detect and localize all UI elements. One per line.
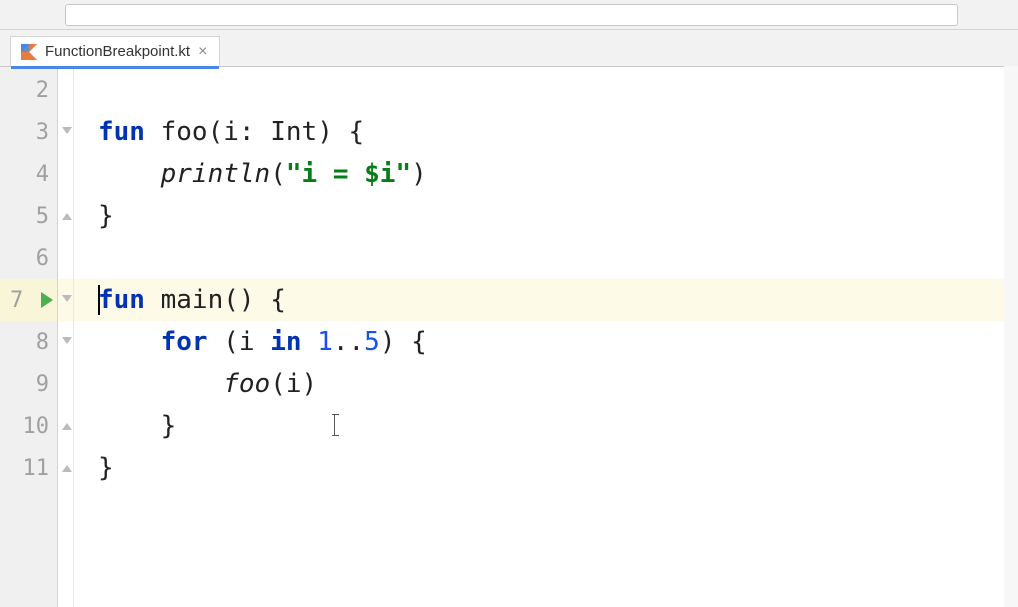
code-line[interactable]: }: [74, 195, 1018, 237]
code-line[interactable]: }: [74, 405, 1018, 447]
tab-bar: FunctionBreakpoint.kt ×: [0, 30, 1018, 66]
tab-filename: FunctionBreakpoint.kt: [45, 43, 190, 60]
code-area[interactable]: fun foo(i: Int) { println("i = $i")}fun …: [74, 67, 1018, 607]
code-line[interactable]: fun main() {: [74, 279, 1018, 321]
code-token: [98, 369, 223, 399]
code-line[interactable]: foo(i): [74, 363, 1018, 405]
code-token: () {: [223, 285, 286, 315]
line-number[interactable]: 4: [0, 153, 57, 195]
fold-cell[interactable]: [58, 279, 73, 321]
mouse-ibeam-cursor: [334, 415, 336, 435]
fold-cell: [58, 69, 73, 111]
editor: 234567891011 fun foo(i: Int) { println("…: [0, 66, 1018, 607]
code-token: [302, 327, 318, 357]
fold-collapse-icon[interactable]: [61, 127, 71, 137]
code-token: [145, 285, 161, 315]
fold-collapse-icon[interactable]: [61, 295, 71, 305]
fold-cell: [58, 363, 73, 405]
code-token: [98, 159, 161, 189]
line-number[interactable]: 5: [0, 195, 57, 237]
code-line[interactable]: fun foo(i: Int) {: [74, 111, 1018, 153]
code-token: 5: [364, 327, 380, 357]
code-token: [145, 117, 161, 147]
code-token: }: [98, 411, 176, 441]
code-token: (: [208, 117, 224, 147]
toolbar: [0, 0, 1018, 30]
line-number[interactable]: 11: [0, 447, 57, 489]
code-token: println: [161, 159, 271, 189]
code-line[interactable]: }: [74, 447, 1018, 489]
fold-cell: [58, 153, 73, 195]
line-number[interactable]: 9: [0, 363, 57, 405]
line-number-gutter[interactable]: 23456 7 891011: [0, 67, 58, 607]
code-line[interactable]: for (i in 1..5) {: [74, 321, 1018, 363]
code-token: (: [270, 159, 286, 189]
code-token: ) {: [380, 327, 427, 357]
fold-cell: [58, 237, 73, 279]
fold-cell[interactable]: [58, 447, 73, 489]
vertical-scrollbar[interactable]: [1004, 66, 1018, 607]
code-token: foo: [161, 117, 208, 147]
fold-end-icon[interactable]: [61, 421, 71, 431]
close-tab-icon[interactable]: ×: [198, 44, 207, 60]
navigation-field[interactable]: [65, 4, 958, 26]
code-token: }: [98, 453, 114, 483]
fold-collapse-icon[interactable]: [61, 337, 71, 347]
file-tab[interactable]: FunctionBreakpoint.kt ×: [10, 36, 220, 66]
line-number[interactable]: 10: [0, 405, 57, 447]
line-number[interactable]: 2: [0, 69, 57, 111]
code-token: [255, 327, 271, 357]
code-token: Int: [270, 117, 317, 147]
code-token: }: [98, 201, 114, 231]
line-number[interactable]: 6: [0, 237, 57, 279]
code-line[interactable]: [74, 69, 1018, 111]
code-token: ): [411, 159, 427, 189]
code-token: i: [239, 327, 255, 357]
run-gutter-icon[interactable]: [41, 292, 53, 308]
fold-cell[interactable]: [58, 111, 73, 153]
code-token: $i: [364, 159, 395, 189]
fold-end-icon[interactable]: [61, 211, 71, 221]
code-token: :: [239, 117, 270, 147]
code-token: fun: [98, 117, 145, 147]
code-token: for: [161, 327, 208, 357]
kotlin-file-icon: [21, 44, 37, 60]
fold-cell[interactable]: [58, 195, 73, 237]
fold-gutter[interactable]: [58, 67, 74, 607]
code-token: in: [270, 327, 301, 357]
code-line[interactable]: println("i = $i"): [74, 153, 1018, 195]
code-token: (i): [270, 369, 317, 399]
code-token: 1: [317, 327, 333, 357]
code-token: fun: [98, 285, 145, 315]
code-token: i: [223, 117, 239, 147]
code-line[interactable]: [74, 237, 1018, 279]
line-number-label: 7: [10, 288, 23, 313]
fold-cell[interactable]: [58, 321, 73, 363]
code-token: ": [395, 159, 411, 189]
fold-cell[interactable]: [58, 405, 73, 447]
code-token: main: [161, 285, 224, 315]
code-token: "i =: [286, 159, 364, 189]
code-token: foo: [223, 369, 270, 399]
fold-end-icon[interactable]: [61, 463, 71, 473]
code-token: [98, 327, 161, 357]
code-token: ) {: [317, 117, 364, 147]
line-number[interactable]: 8: [0, 321, 57, 363]
code-token: ..: [333, 327, 364, 357]
code-token: (: [208, 327, 239, 357]
line-number[interactable]: 7: [0, 279, 57, 321]
line-number[interactable]: 3: [0, 111, 57, 153]
